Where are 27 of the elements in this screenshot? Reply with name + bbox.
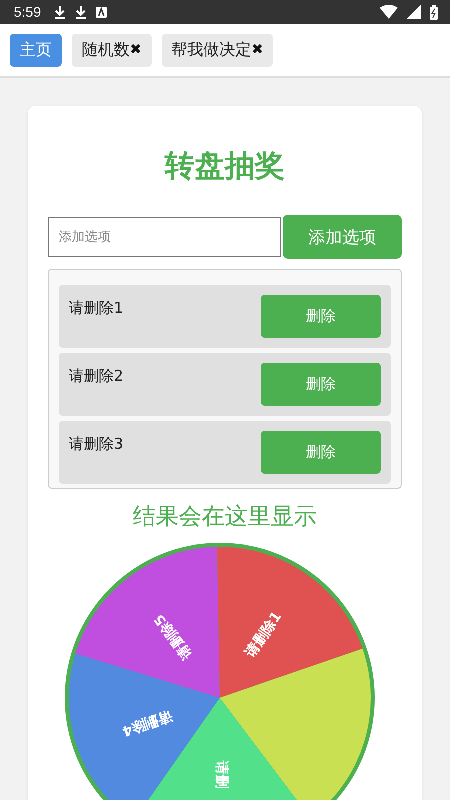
add-button[interactable]: 添加选项 [283, 215, 402, 259]
delete-button[interactable]: 删除 [261, 295, 381, 338]
slice-label: 请删除5 [152, 611, 196, 662]
slice-label: 请删除4 [120, 707, 174, 740]
battery-icon [430, 4, 438, 20]
option-label: 请删除1 [69, 298, 124, 319]
signal-icon [407, 5, 421, 19]
delete-button[interactable]: 删除 [261, 431, 381, 474]
page-title: 转盘抽奖 [164, 148, 286, 186]
close-icon[interactable]: ✖ [130, 42, 142, 58]
input-field[interactable]: 添加选项 [48, 217, 281, 257]
option-label: 请删除3 [69, 434, 124, 455]
app-icon [96, 6, 108, 18]
slice-label: 请删除1 [242, 609, 286, 661]
clock: 5:59 [14, 4, 42, 20]
download-icon [54, 5, 66, 19]
download-icon [75, 5, 88, 19]
tab[interactable]: 主页 [10, 34, 62, 66]
tab[interactable]: 随机数✖ [72, 34, 152, 66]
close-icon[interactable]: ✖ [252, 42, 264, 58]
option-label: 请删除2 [69, 366, 124, 387]
slice-label: 请删 [213, 760, 230, 790]
result-text: 结果会在这里显示 [132, 503, 318, 532]
delete-button[interactable]: 删除 [261, 363, 381, 406]
prize-wheel[interactable]: 请删除5 请删除1 请删 请删除4 [62, 540, 378, 800]
wifi-icon [380, 5, 398, 19]
tab[interactable]: 帮我做决定✖ [162, 34, 274, 66]
